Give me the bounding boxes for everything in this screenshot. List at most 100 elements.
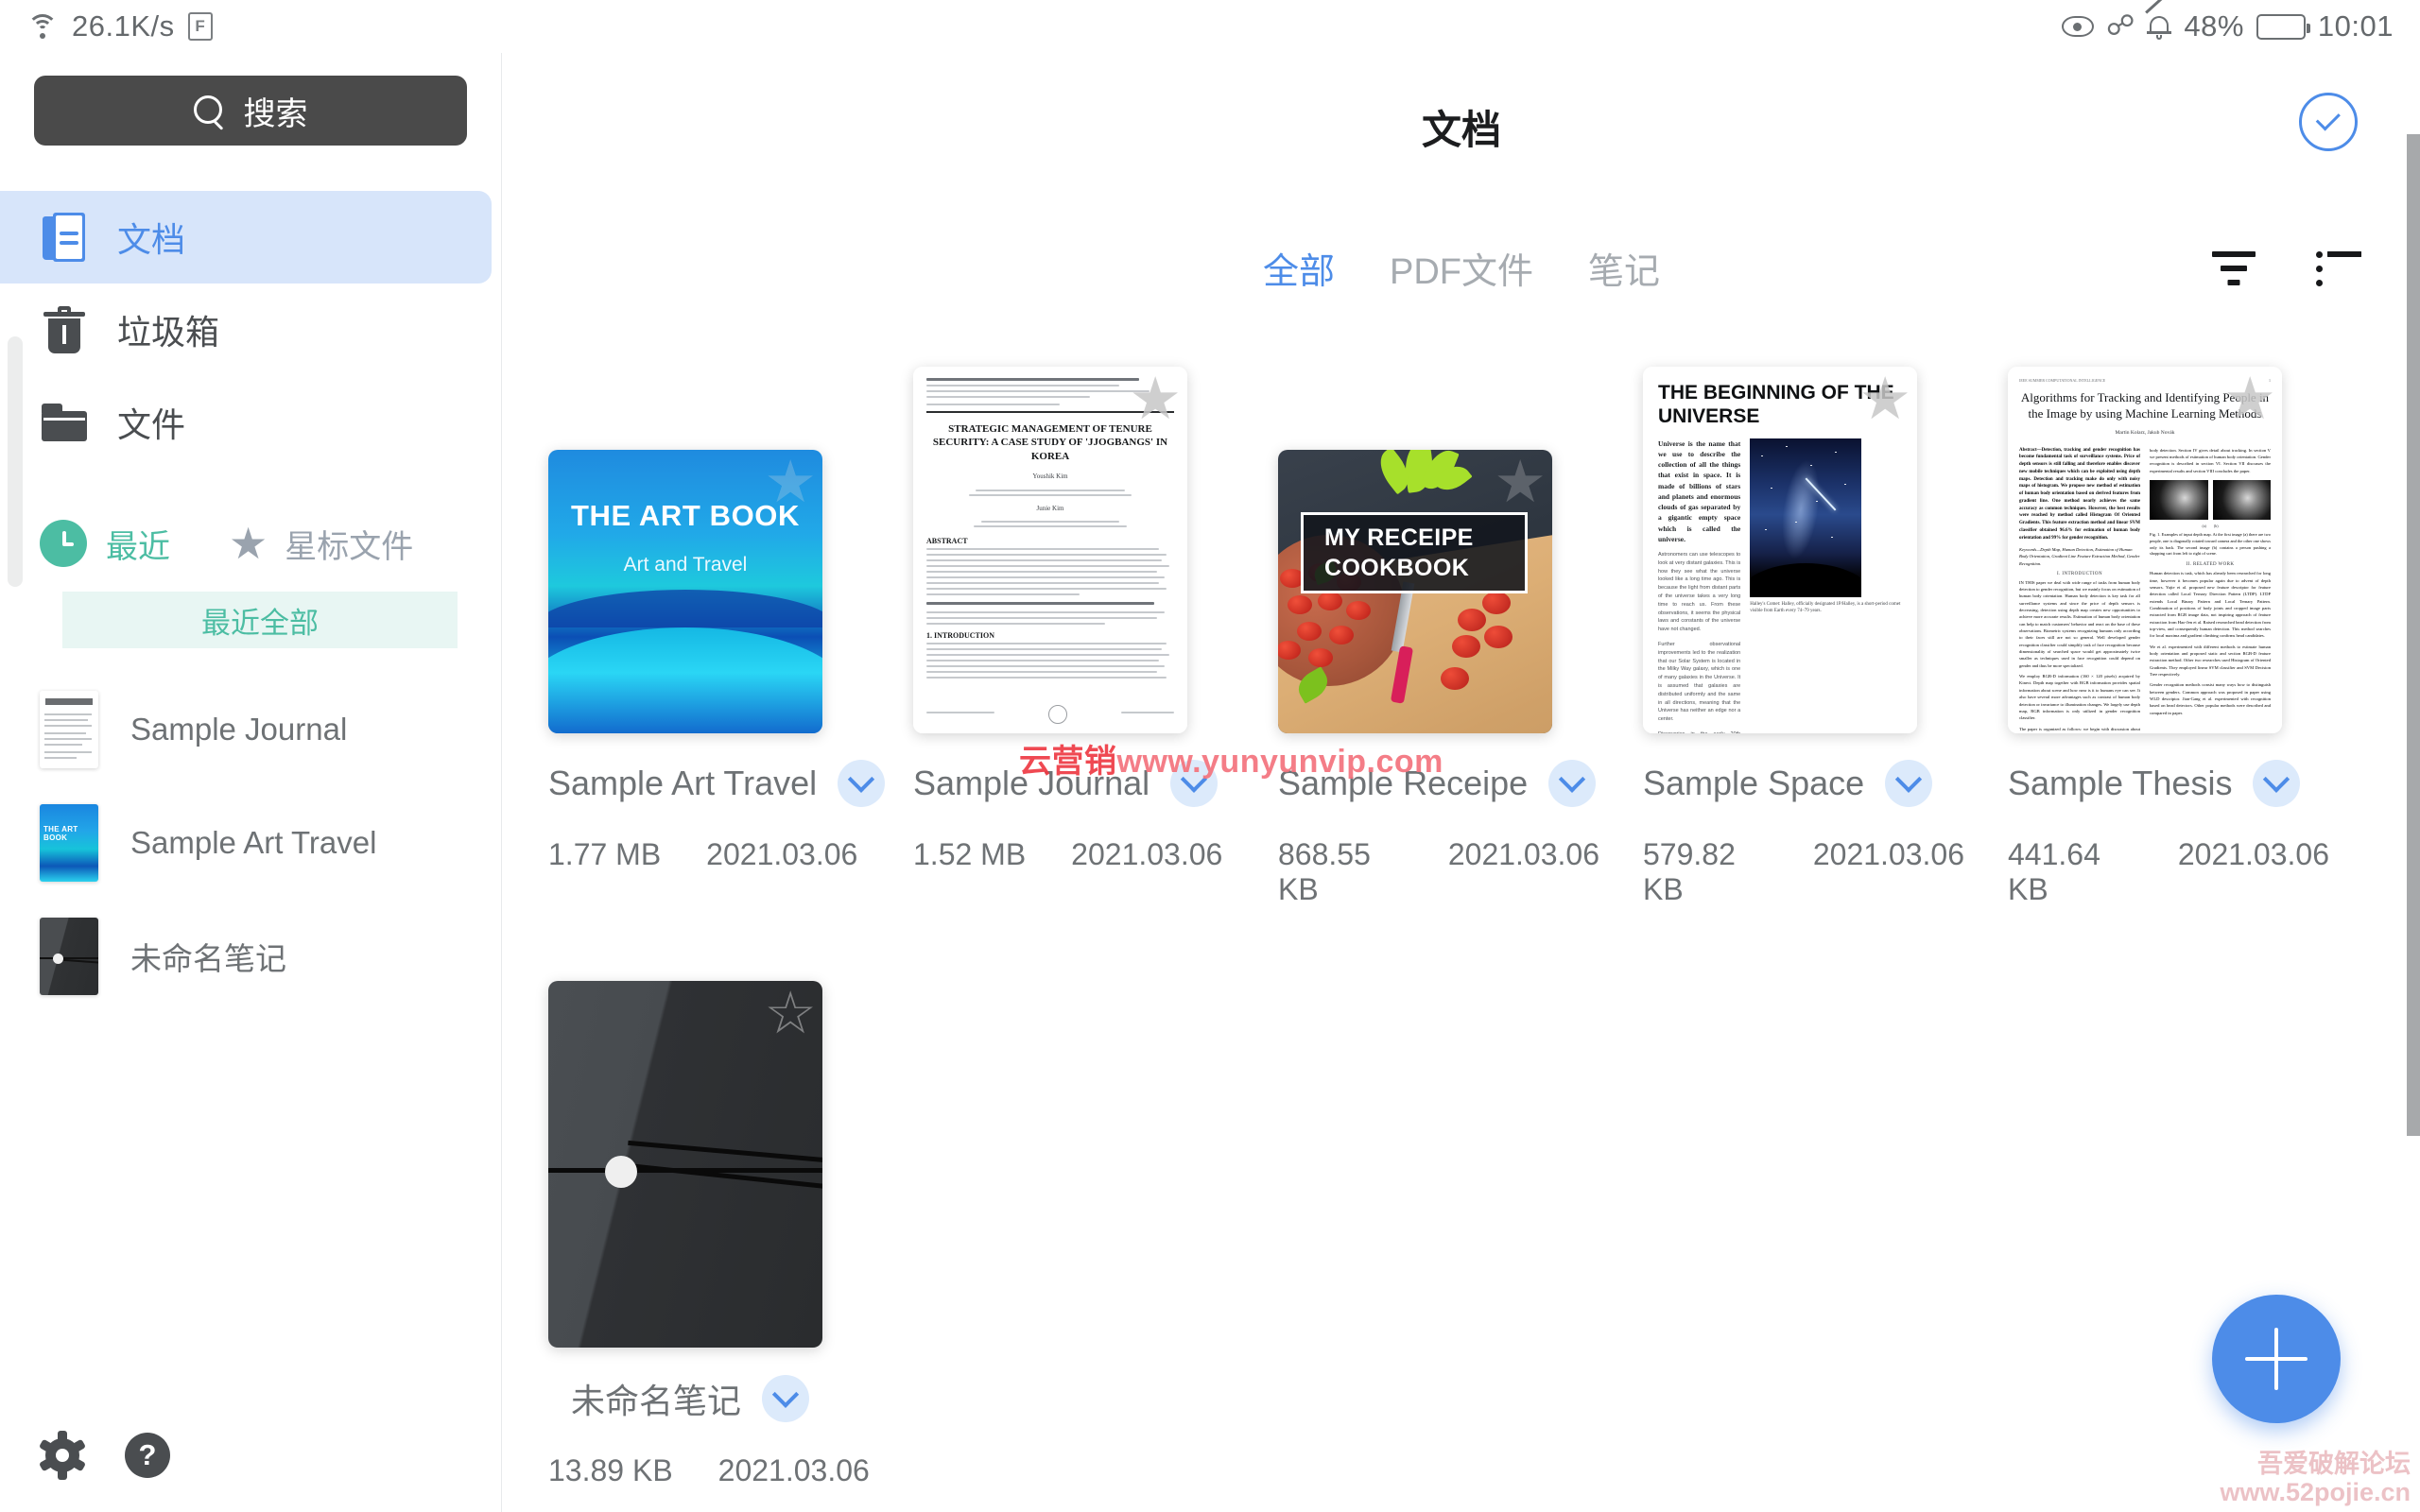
thumbnail[interactable]: ★ IEEE SUMMER COMPUTATIONAL INTELLIGENCE… <box>2008 367 2282 733</box>
cover-section-2: II. RELATED WORK <box>2186 562 2235 568</box>
thumbnail[interactable]: ★ THE BEGINNING OF THE UNIVERSE Universe… <box>1643 367 1917 733</box>
watermark-center: 云营销www.yunyunvip.com <box>1019 735 1443 782</box>
watermark-corner-line2: www.52pojie.cn <box>2220 1477 2411 1506</box>
card-caption: Sample Thesis <box>2008 760 2329 807</box>
search-input[interactable]: 搜索 <box>34 76 467 146</box>
add-button[interactable] <box>2212 1295 2341 1423</box>
file-size: 579.82 KB <box>1643 837 1736 906</box>
document-card[interactable]: ★ STRATEGIC MANAGEMENT OF TENURE SECURIT… <box>913 365 1235 907</box>
check-circle-icon[interactable] <box>2299 93 2358 151</box>
page-scrollbar[interactable] <box>2407 134 2420 1136</box>
card-caption: Sample Space <box>1643 760 1964 807</box>
sidebar-item-label: 文档 <box>117 220 186 259</box>
thumbnail[interactable]: ★ MY RECEIPE COOKBOOK <box>1278 450 1552 733</box>
card-meta: 441.64 KB 2021.03.06 <box>2008 837 2329 907</box>
recent-tab[interactable]: 最近 <box>40 520 170 567</box>
sidebar-item-trash[interactable]: 垃圾箱 <box>0 284 492 376</box>
card-meta: 579.82 KB 2021.03.06 <box>1643 837 1964 907</box>
star-icon: ★ <box>229 519 268 568</box>
thumbnail[interactable]: ☆ <box>548 981 822 1348</box>
thumbnail-wrap: ★ THE ART BOOK Art and Travel <box>548 365 822 733</box>
file-date: 2021.03.06 <box>1071 837 1223 871</box>
help-icon[interactable]: ? <box>125 1433 170 1478</box>
card-meta: 13.89 KB 2021.03.06 <box>548 1453 870 1488</box>
document-card[interactable]: ★ THE ART BOOK Art and Travel Sample Art… <box>548 365 886 907</box>
clock-icon <box>40 520 87 567</box>
sidebar-item-label: 垃圾箱 <box>117 313 220 352</box>
list-item[interactable]: THE ART BOOK Sample Art Travel <box>0 786 501 900</box>
thumbnail-wrap: ★ STRATEGIC MANAGEMENT OF TENURE SECURIT… <box>913 365 1187 733</box>
clock-time: 10:01 <box>2317 9 2394 43</box>
star-icon[interactable]: ★ <box>2223 370 2276 429</box>
milky-way-image <box>1750 438 1862 597</box>
cover-paragraph-2: Astronomers can use telescopes to look a… <box>1658 552 1741 633</box>
status-bar-right: ☍ 48% 10:01 <box>2061 0 2394 43</box>
watermark-corner-line1: 吾爱破解论坛 <box>2257 1449 2411 1478</box>
filter-icon[interactable] <box>2212 251 2256 287</box>
list-item-label: 未命名笔记 <box>130 941 286 976</box>
file-date: 2021.03.06 <box>1447 837 1599 871</box>
star-icon[interactable]: ★ <box>1858 370 1911 429</box>
file-size: 13.89 KB <box>548 1453 673 1487</box>
cover-caption: Halley's Comet: Halley, officially desig… <box>1750 601 1901 614</box>
file-date: 2021.03.06 <box>1812 837 1964 871</box>
chevron-down-icon[interactable] <box>2253 760 2301 807</box>
list-item[interactable]: 未命名笔记 <box>0 900 501 1013</box>
star-icon[interactable]: ★ <box>1494 454 1547 512</box>
tab-pdf[interactable]: PDF文件 <box>1390 242 1533 294</box>
cover-author-2: Junie Kim <box>1036 504 1064 512</box>
star-icon[interactable]: ☆ <box>764 985 817 1043</box>
document-card[interactable]: ★ THE BEGINNING OF THE UNIVERSE Universe… <box>1643 365 1964 907</box>
thumbnail-wrap: ★ THE BEGINNING OF THE UNIVERSE Universe… <box>1643 365 1917 733</box>
cover-title-box: MY RECEIPE COOKBOOK <box>1301 512 1528 593</box>
sidebar-nav: 文档 垃圾箱 文件 <box>0 191 501 469</box>
gear-icon[interactable] <box>38 1431 87 1480</box>
page-title: 文档 <box>1421 108 1501 152</box>
trash-icon <box>40 305 89 354</box>
network-speed: 26.1K/s <box>72 9 175 43</box>
chevron-down-icon[interactable] <box>1885 760 1933 807</box>
thumbnail[interactable]: ★ STRATEGIC MANAGEMENT OF TENURE SECURIT… <box>913 367 1187 733</box>
thumbnail <box>40 918 98 995</box>
status-bar-left: 26.1K/s F <box>26 9 213 43</box>
document-name: Sample Thesis <box>2008 764 2233 802</box>
recent-all-button[interactable]: 最近全部 <box>62 592 458 648</box>
star-icon[interactable]: ★ <box>764 454 817 512</box>
sidebar-footer: ? <box>38 1431 170 1480</box>
card-meta: 868.55 KB 2021.03.06 <box>1278 837 1599 907</box>
file-date: 2021.03.06 <box>706 837 858 871</box>
chevron-down-icon[interactable] <box>838 760 886 807</box>
list-item[interactable]: Sample Journal <box>0 673 501 786</box>
document-card[interactable]: ★ MY RECEIPE COOKBOOK Sample Receipe 868… <box>1278 365 1599 907</box>
sidebar-item-files[interactable]: 文件 <box>0 376 492 469</box>
document-name: 未命名笔记 <box>571 1382 742 1420</box>
list-item-label: Sample Journal <box>130 712 348 747</box>
search-placeholder: 搜索 <box>243 95 308 132</box>
battery-icon <box>2256 13 2310 40</box>
tab-notes[interactable]: 笔记 <box>1588 242 1660 294</box>
document-icon <box>40 213 89 262</box>
card-meta: 1.52 MB 2021.03.06 <box>913 837 1235 872</box>
document-grid: ★ THE ART BOOK Art and Travel Sample Art… <box>548 365 2373 1488</box>
eye-icon <box>2061 16 2094 37</box>
document-card[interactable]: ★ IEEE SUMMER COMPUTATIONAL INTELLIGENCE… <box>2008 365 2329 907</box>
recent-file-list: Sample Journal THE ART BOOK Sample Art T… <box>0 673 501 1013</box>
starred-tab[interactable]: ★ 星标文件 <box>229 521 413 567</box>
cover-subtitle: Art and Travel <box>623 554 748 576</box>
tab-all[interactable]: 全部 <box>1263 242 1335 294</box>
sidebar-item-documents[interactable]: 文档 <box>0 191 492 284</box>
star-icon[interactable]: ★ <box>1129 370 1182 429</box>
sidebar-scrollbar[interactable] <box>8 336 23 587</box>
cover-section-1: I. INTRODUCTION <box>2057 571 2102 576</box>
watermark-center-url: www.yunyunvip.com <box>1116 744 1443 780</box>
card-caption: 未命名笔记 <box>571 1374 870 1423</box>
cover-title-line1: MY RECEIPE <box>1324 524 1474 551</box>
list-view-icon[interactable] <box>2316 251 2361 287</box>
chevron-down-icon[interactable] <box>762 1375 810 1422</box>
main-content: 文档 全部 PDF文件 笔记 ★ THE ART BOOK Art and Tr… <box>503 53 2420 1512</box>
status-bar: 26.1K/s F ☍ 48% 10:01 <box>0 0 2420 53</box>
sidebar: 搜索 文档 垃圾箱 文件 最近 ★ 星标文件 最近全部 Sample Journ… <box>0 53 502 1512</box>
chevron-down-icon[interactable] <box>1548 760 1597 807</box>
thumbnail[interactable]: ★ THE ART BOOK Art and Travel <box>548 450 822 733</box>
document-card[interactable]: ☆ 未命名笔记 13.89 KB 2021.03.06 <box>548 979 870 1488</box>
